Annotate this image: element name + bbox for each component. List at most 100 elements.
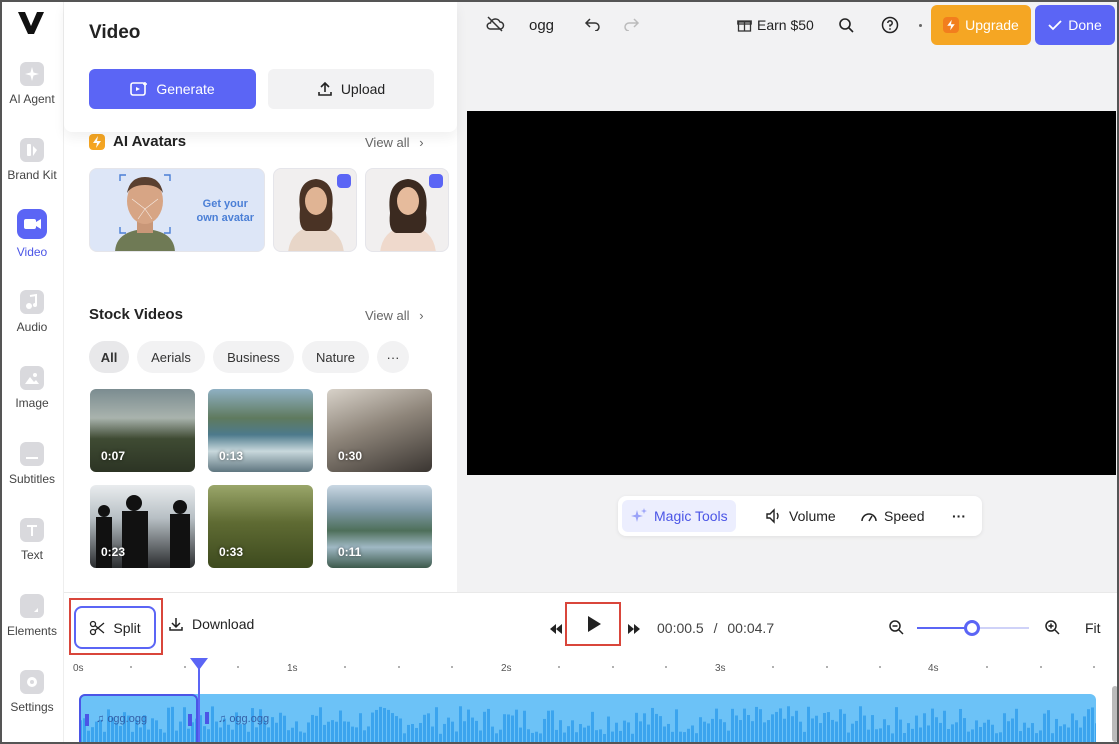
rail-item-subtitles[interactable]: Subtitles bbox=[2, 442, 62, 486]
face-scan-icon bbox=[115, 174, 175, 251]
waveform-bar bbox=[1007, 721, 1010, 742]
stock-thumb[interactable]: 0:23 bbox=[90, 485, 195, 568]
chips-more-button[interactable]: ··· bbox=[377, 341, 409, 373]
view-all-label: View all bbox=[365, 135, 410, 150]
magic-tools-label: Magic Tools bbox=[654, 508, 728, 524]
waveform-bar bbox=[771, 714, 774, 742]
waveform-bar bbox=[607, 716, 610, 742]
rail-item-text[interactable]: Text bbox=[2, 518, 62, 562]
zoom-out-icon[interactable] bbox=[888, 619, 904, 640]
rail-item-ai-agent[interactable]: AI Agent bbox=[2, 62, 62, 106]
rail-label: Audio bbox=[16, 320, 48, 334]
rail-item-video[interactable]: Video bbox=[2, 209, 62, 259]
app-logo[interactable] bbox=[16, 10, 46, 36]
upgrade-button[interactable]: Upgrade bbox=[931, 5, 1031, 45]
download-label: Download bbox=[192, 616, 255, 632]
rail-item-settings[interactable]: Settings bbox=[2, 670, 62, 714]
ruler-tick bbox=[772, 666, 774, 668]
magic-tools-button[interactable]: Magic Tools bbox=[622, 500, 736, 532]
stock-thumb[interactable]: 0:07 bbox=[90, 389, 195, 472]
rail-item-image[interactable]: Image bbox=[2, 366, 62, 410]
generate-button[interactable]: Generate bbox=[89, 69, 256, 109]
waveform-bar bbox=[663, 726, 666, 742]
waveform-bar bbox=[795, 710, 798, 742]
chip-aerials[interactable]: Aerials bbox=[137, 341, 205, 373]
zoom-slider-handle[interactable] bbox=[964, 620, 980, 636]
timeline-scrollbar[interactable] bbox=[1112, 686, 1117, 742]
waveform-bar bbox=[679, 731, 682, 742]
rewind-icon[interactable] bbox=[549, 621, 563, 639]
waveform-bar bbox=[975, 720, 978, 742]
clip-handle-right[interactable] bbox=[188, 714, 192, 726]
rail-label: AI Agent bbox=[9, 92, 55, 106]
clip-name: ♫ ogg.ogg bbox=[96, 713, 147, 725]
rail-item-elements[interactable]: Elements bbox=[2, 594, 62, 638]
waveform-bar bbox=[359, 713, 362, 742]
waveform-bar bbox=[231, 729, 234, 742]
upload-button[interactable]: Upload bbox=[268, 69, 434, 109]
waveform-bar bbox=[1011, 718, 1014, 742]
speed-button[interactable]: Speed bbox=[852, 500, 932, 532]
zoom-in-icon[interactable] bbox=[1044, 619, 1060, 640]
avatar-card[interactable] bbox=[365, 168, 449, 252]
stock-thumb[interactable]: 0:30 bbox=[327, 389, 432, 472]
split-button[interactable]: Split bbox=[74, 606, 156, 649]
own-avatar-card[interactable]: Get your own avatar bbox=[89, 168, 265, 252]
ruler-tick bbox=[826, 666, 828, 668]
cloud-off-icon[interactable] bbox=[485, 16, 505, 37]
waveform-bar bbox=[807, 706, 810, 742]
undo-icon[interactable] bbox=[584, 17, 600, 36]
waveform-bar bbox=[511, 715, 514, 742]
chip-business[interactable]: Business bbox=[213, 341, 294, 373]
premium-badge-icon bbox=[337, 174, 351, 188]
stock-thumb[interactable]: 0:13 bbox=[208, 389, 313, 472]
stock-view-all[interactable]: View all › bbox=[365, 308, 424, 323]
waveform-bar bbox=[839, 709, 842, 742]
redo-icon[interactable] bbox=[624, 17, 640, 36]
rail-label: Elements bbox=[6, 624, 58, 638]
done-button[interactable]: Done bbox=[1035, 5, 1115, 45]
chip-nature[interactable]: Nature bbox=[302, 341, 369, 373]
fit-button[interactable]: Fit bbox=[1085, 620, 1101, 636]
waveform-bar bbox=[919, 727, 922, 742]
help-icon[interactable] bbox=[881, 16, 899, 39]
search-icon[interactable] bbox=[838, 17, 854, 38]
rail-item-brand-kit[interactable]: Brand Kit bbox=[2, 138, 62, 182]
stock-thumb[interactable]: 0:11 bbox=[327, 485, 432, 568]
chip-all[interactable]: All bbox=[89, 341, 129, 373]
playhead-line[interactable] bbox=[198, 659, 200, 742]
waveform-bar bbox=[439, 733, 442, 742]
stock-thumb[interactable]: 0:33 bbox=[208, 485, 313, 568]
waveform-bar bbox=[899, 719, 902, 742]
project-name[interactable]: ogg bbox=[529, 17, 554, 34]
waveform-bar bbox=[747, 715, 750, 742]
waveform-bar bbox=[571, 720, 574, 742]
waveform-bar bbox=[923, 713, 926, 742]
waveform-bar bbox=[355, 727, 358, 742]
ruler-label: 3s bbox=[715, 663, 726, 674]
video-canvas[interactable] bbox=[467, 111, 1116, 475]
waveform-bar bbox=[667, 723, 670, 742]
waveform-bar bbox=[1051, 733, 1054, 742]
avatars-view-all[interactable]: View all › bbox=[365, 135, 424, 150]
stock-videos-title: Stock Videos bbox=[89, 306, 183, 323]
waveform-bar bbox=[239, 724, 242, 742]
more-tools-button[interactable]: ··· bbox=[944, 500, 974, 532]
clip-handle-left[interactable] bbox=[85, 714, 89, 726]
waveform-bar bbox=[1087, 709, 1090, 742]
volume-button[interactable]: Volume bbox=[757, 500, 844, 532]
download-button[interactable]: Download bbox=[168, 616, 254, 632]
avatar-card[interactable] bbox=[273, 168, 357, 252]
waveform-bar bbox=[275, 722, 278, 742]
waveform-bar bbox=[659, 716, 662, 742]
earn-link[interactable]: Earn $50 bbox=[757, 17, 814, 33]
clip-name-label: ogg.ogg bbox=[107, 713, 148, 725]
waveform-bar bbox=[683, 732, 686, 742]
play-button[interactable] bbox=[569, 604, 619, 644]
rail-item-audio[interactable]: Audio bbox=[2, 290, 62, 334]
playhead-handle[interactable] bbox=[190, 658, 208, 670]
rail-label: Settings bbox=[10, 700, 54, 714]
fast-forward-icon[interactable] bbox=[627, 621, 641, 639]
waveform-bar bbox=[627, 722, 630, 742]
waveform-bar bbox=[203, 726, 206, 742]
